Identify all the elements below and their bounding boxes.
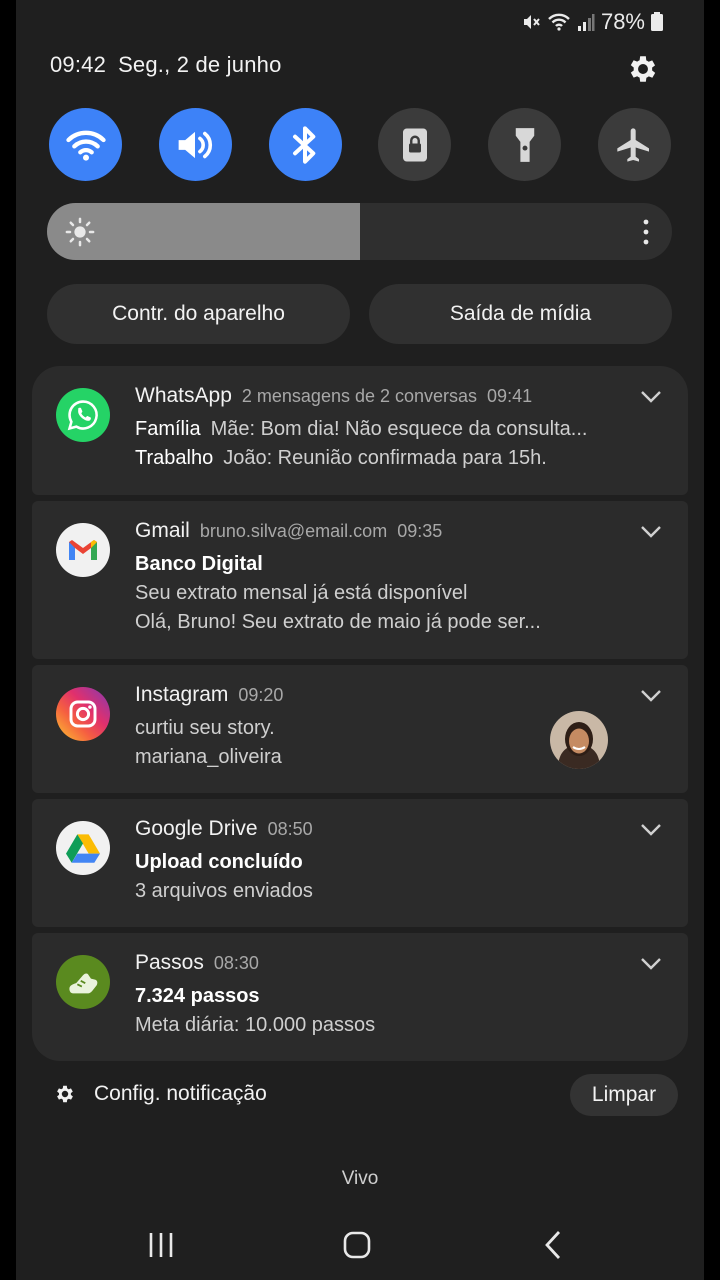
notification-footer: Config. notificação Limpar — [32, 1074, 688, 1118]
notification-summary: 2 mensagens de 2 conversas — [241, 386, 478, 406]
avatar — [550, 711, 608, 769]
gmail-icon — [56, 523, 110, 577]
gear-icon — [57, 1085, 73, 1103]
clear-button[interactable]: Limpar — [570, 1074, 678, 1116]
wifi-status-icon — [547, 12, 571, 32]
notification-text: 3 arquivos enviados — [135, 880, 313, 902]
back-icon — [545, 1231, 561, 1259]
flashlight-toggle[interactable] — [488, 108, 562, 181]
home-button[interactable] — [337, 1228, 377, 1262]
home-icon — [343, 1231, 371, 1259]
notification-text: Meta diária: 10.000 passos — [135, 1014, 376, 1036]
shoe-icon — [56, 955, 110, 1009]
recent-apps-icon — [149, 1233, 173, 1257]
app-name: WhatsApp — [135, 384, 232, 407]
date: Seg., 2 de junho — [118, 52, 282, 77]
signal-icon — [577, 12, 595, 32]
wifi-toggle[interactable] — [49, 108, 122, 181]
expand-chevron-icon[interactable] — [640, 957, 662, 976]
instagram-icon — [56, 687, 110, 741]
email-subject: Seu extrato mensal já está disponível — [135, 582, 468, 604]
whatsapp-icon — [56, 388, 110, 442]
flashlight-icon — [515, 127, 534, 162]
recent-apps-button[interactable] — [141, 1228, 181, 1262]
gear-icon — [630, 56, 656, 82]
notification-title: Banco Digital — [135, 553, 263, 575]
google-drive-icon — [56, 821, 110, 875]
expand-chevron-icon[interactable] — [640, 525, 662, 544]
media-output-button[interactable]: Saída de mídia — [369, 284, 672, 344]
app-name: Passos — [135, 951, 204, 974]
email-preview: Olá, Bruno! Seu extrato de maio já pode … — [135, 611, 541, 633]
notification-time: 09:20 — [238, 685, 284, 705]
notification-gmail[interactable]: Gmail bruno.silva@email.com 09:35 Banco Di… — [32, 501, 688, 659]
brightness-icon — [65, 217, 95, 252]
message-text: Mãe: Bom dia! Não esquece da consulta... — [210, 418, 588, 440]
message-sender: Família — [135, 418, 201, 440]
portrait-lock-icon — [402, 128, 427, 161]
app-name: Google Drive — [135, 817, 258, 840]
app-name: Gmail — [135, 519, 190, 542]
airplane-icon — [617, 127, 650, 162]
battery-icon — [650, 12, 664, 37]
sound-toggle[interactable] — [158, 108, 232, 181]
message-row: Família Mãe: Bom dia! Não esquece da cons… — [135, 418, 628, 441]
expand-chevron-icon[interactable] — [640, 390, 662, 409]
notification-whatsapp[interactable]: WhatsApp 2 mensagens de 2 conversas 09:41 … — [32, 366, 688, 495]
notification-time: 08:50 — [267, 819, 313, 839]
notification-steps[interactable]: Passos 08:30 7.324 passos Meta diária: 10… — [32, 933, 688, 1061]
clock: 09:42 — [50, 52, 107, 77]
brightness-slider[interactable] — [47, 203, 672, 260]
airplane-toggle[interactable] — [597, 108, 671, 181]
screen-edge-right — [704, 0, 720, 1280]
notification-instagram[interactable]: Instagram 09:20 curtiu seu story. mariana… — [32, 665, 688, 793]
expand-chevron-icon[interactable] — [640, 689, 662, 708]
notification-list: WhatsApp 2 mensagens de 2 conversas 09:41 … — [32, 366, 688, 1067]
message-sender: Trabalho — [135, 447, 214, 469]
carrier-name: Vivo — [341, 1168, 379, 1189]
notification-time: 08:30 — [213, 953, 259, 973]
device-control-button[interactable]: Contr. do aparelho — [47, 284, 350, 344]
notification-google-drive[interactable]: Google Drive 08:50 Upload concluído 3 arq… — [32, 799, 688, 927]
app-name: Instagram — [135, 683, 229, 706]
shade-buttons: Contr. do aparelho Saída de mídia — [47, 284, 672, 344]
mute-icon — [521, 12, 541, 32]
more-options-icon[interactable] — [642, 219, 650, 250]
bluetooth-toggle[interactable] — [268, 108, 342, 181]
battery-percent: 78% — [600, 9, 645, 34]
notification-settings-button[interactable]: Config. notificação — [54, 1082, 267, 1106]
quick-toggles — [49, 108, 671, 181]
notification-title: Upload concluído — [135, 851, 303, 873]
notification-time: 09:35 — [397, 521, 443, 541]
wifi-icon — [65, 130, 106, 161]
notification-title: 7.324 passos — [135, 985, 260, 1007]
back-button[interactable] — [533, 1228, 573, 1262]
status-bar: 78% — [521, 8, 645, 36]
message-row: Trabalho João: Reunião confirmada para 15… — [135, 447, 628, 470]
speaker-icon — [178, 131, 213, 158]
portrait-lock-toggle[interactable] — [378, 108, 452, 181]
date-time: 09:42 Seg., 2 de junho — [50, 52, 294, 78]
screen-edge-left — [0, 0, 16, 1280]
notification-account: bruno.silva@email.com — [199, 521, 388, 541]
notification-time: 09:41 — [487, 386, 533, 406]
notification-shade: 78% 09:42 Seg., 2 de junho Contr. do apa… — [0, 0, 720, 1280]
notification-settings-label: Config. notificação — [94, 1082, 267, 1105]
navigation-bar — [0, 1222, 720, 1268]
expand-chevron-icon[interactable] — [640, 823, 662, 842]
message-text: João: Reunião confirmada para 15h. — [223, 447, 547, 469]
settings-button[interactable] — [624, 50, 662, 88]
bluetooth-icon — [293, 125, 316, 164]
